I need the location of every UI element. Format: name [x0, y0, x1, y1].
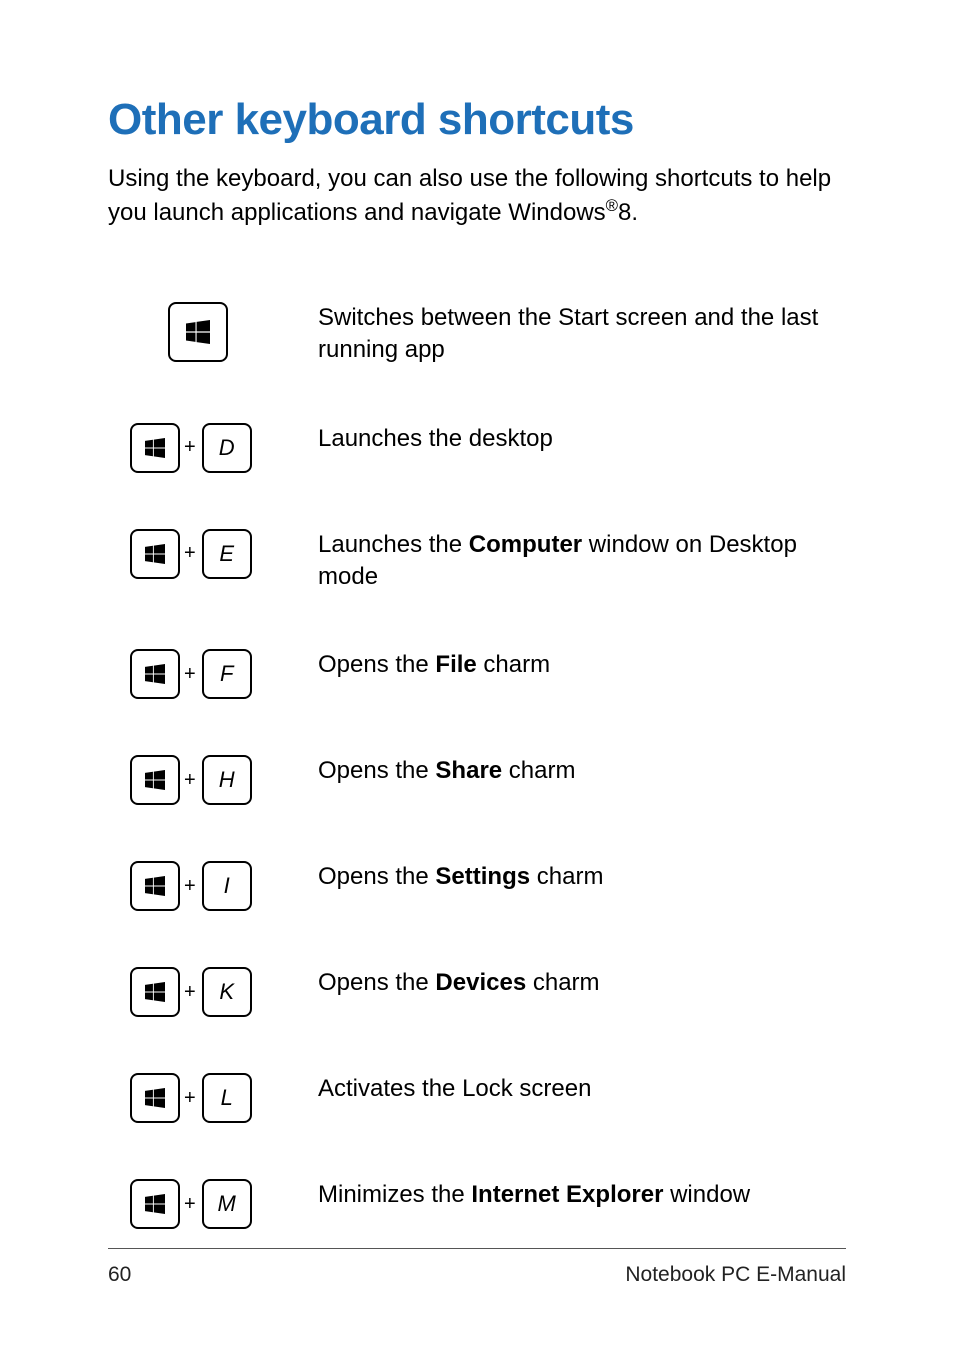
- desc-bold: Computer: [469, 531, 582, 558]
- letter-key: I: [202, 861, 252, 911]
- shortcut-row: + D Launches the desktop: [108, 421, 846, 473]
- key-combo: + E: [108, 527, 318, 579]
- shortcut-description: Switches between the Start screen and th…: [318, 300, 846, 367]
- windows-icon: [145, 544, 165, 564]
- desc-after: window: [663, 1181, 750, 1208]
- shortcut-description: Opens the Share charm: [318, 753, 846, 787]
- letter-key: K: [202, 967, 252, 1017]
- key-combo: + H: [108, 753, 318, 805]
- registered-mark: ®: [606, 196, 618, 215]
- desc-before: Opens the: [318, 651, 435, 678]
- desc-text: Switches between the Start screen and th…: [318, 304, 818, 363]
- desc-text: Launches the desktop: [318, 425, 553, 452]
- desc-after: charm: [502, 757, 575, 784]
- windows-key: [130, 1179, 180, 1229]
- key-combo: + M: [108, 1177, 318, 1229]
- windows-key: [130, 1073, 180, 1123]
- letter-key: M: [202, 1179, 252, 1229]
- shortcut-description: Minimizes the Internet Explorer window: [318, 1177, 846, 1211]
- key-combo: + D: [108, 421, 318, 473]
- letter-key: F: [202, 649, 252, 699]
- desc-bold: Devices: [435, 969, 526, 996]
- key-combo: + F: [108, 647, 318, 699]
- shortcut-description: Activates the Lock screen: [318, 1071, 846, 1105]
- windows-key: [130, 755, 180, 805]
- desc-after: charm: [526, 969, 599, 996]
- windows-icon: [145, 664, 165, 684]
- letter-key: L: [202, 1073, 252, 1123]
- windows-icon: [145, 876, 165, 896]
- desc-before: Opens the: [318, 757, 435, 784]
- shortcut-row: + H Opens the Share charm: [108, 753, 846, 805]
- shortcut-description: Opens the Settings charm: [318, 859, 846, 893]
- shortcut-row: + E Launches the Computer window on Desk…: [108, 527, 846, 594]
- page-footer: 60 Notebook PC E-Manual: [108, 1248, 846, 1287]
- shortcut-description: Launches the Computer window on Desktop …: [318, 527, 846, 594]
- windows-icon: [145, 438, 165, 458]
- key-combo: + L: [108, 1071, 318, 1123]
- letter-key: D: [202, 423, 252, 473]
- letter-key: E: [202, 529, 252, 579]
- plus-sign: +: [184, 436, 196, 459]
- desc-after: charm: [530, 863, 603, 890]
- windows-icon: [145, 770, 165, 790]
- windows-icon: [186, 320, 210, 344]
- page-title: Other keyboard shortcuts: [108, 95, 846, 145]
- shortcut-row: + L Activates the Lock screen: [108, 1071, 846, 1123]
- letter-key: H: [202, 755, 252, 805]
- desc-before: Launches the: [318, 531, 469, 558]
- shortcut-row: + I Opens the Settings charm: [108, 859, 846, 911]
- desc-bold: Internet Explorer: [471, 1181, 663, 1208]
- shortcut-row: Switches between the Start screen and th…: [108, 300, 846, 367]
- shortcut-row: + F Opens the File charm: [108, 647, 846, 699]
- page-number: 60: [108, 1263, 131, 1287]
- windows-icon: [145, 982, 165, 1002]
- key-combo: [108, 300, 318, 362]
- intro-text-after: 8.: [618, 199, 638, 226]
- desc-bold: File: [435, 651, 476, 678]
- windows-key: [130, 967, 180, 1017]
- desc-after: charm: [477, 651, 550, 678]
- windows-key: [130, 529, 180, 579]
- windows-key: [168, 302, 228, 362]
- windows-key: [130, 861, 180, 911]
- shortcut-row: + K Opens the Devices charm: [108, 965, 846, 1017]
- desc-text: Activates the Lock screen: [318, 1075, 591, 1102]
- key-combo: + K: [108, 965, 318, 1017]
- plus-sign: +: [184, 663, 196, 686]
- desc-bold: Settings: [435, 863, 530, 890]
- intro-text-before: Using the keyboard, you can also use the…: [108, 165, 831, 226]
- desc-bold: Share: [435, 757, 502, 784]
- shortcut-description: Opens the File charm: [318, 647, 846, 681]
- windows-icon: [145, 1088, 165, 1108]
- key-combo: + I: [108, 859, 318, 911]
- windows-key: [130, 649, 180, 699]
- shortcut-table: Switches between the Start screen and th…: [108, 300, 846, 1230]
- plus-sign: +: [184, 875, 196, 898]
- intro-paragraph: Using the keyboard, you can also use the…: [108, 163, 846, 230]
- shortcut-description: Launches the desktop: [318, 421, 846, 455]
- shortcut-description: Opens the Devices charm: [318, 965, 846, 999]
- plus-sign: +: [184, 1087, 196, 1110]
- shortcut-row: + M Minimizes the Internet Explorer wind…: [108, 1177, 846, 1229]
- desc-before: Minimizes the: [318, 1181, 471, 1208]
- windows-icon: [145, 1194, 165, 1214]
- plus-sign: +: [184, 981, 196, 1004]
- footer-label: Notebook PC E-Manual: [625, 1263, 846, 1287]
- windows-key: [130, 423, 180, 473]
- plus-sign: +: [184, 542, 196, 565]
- plus-sign: +: [184, 769, 196, 792]
- desc-before: Opens the: [318, 969, 435, 996]
- plus-sign: +: [184, 1193, 196, 1216]
- desc-before: Opens the: [318, 863, 435, 890]
